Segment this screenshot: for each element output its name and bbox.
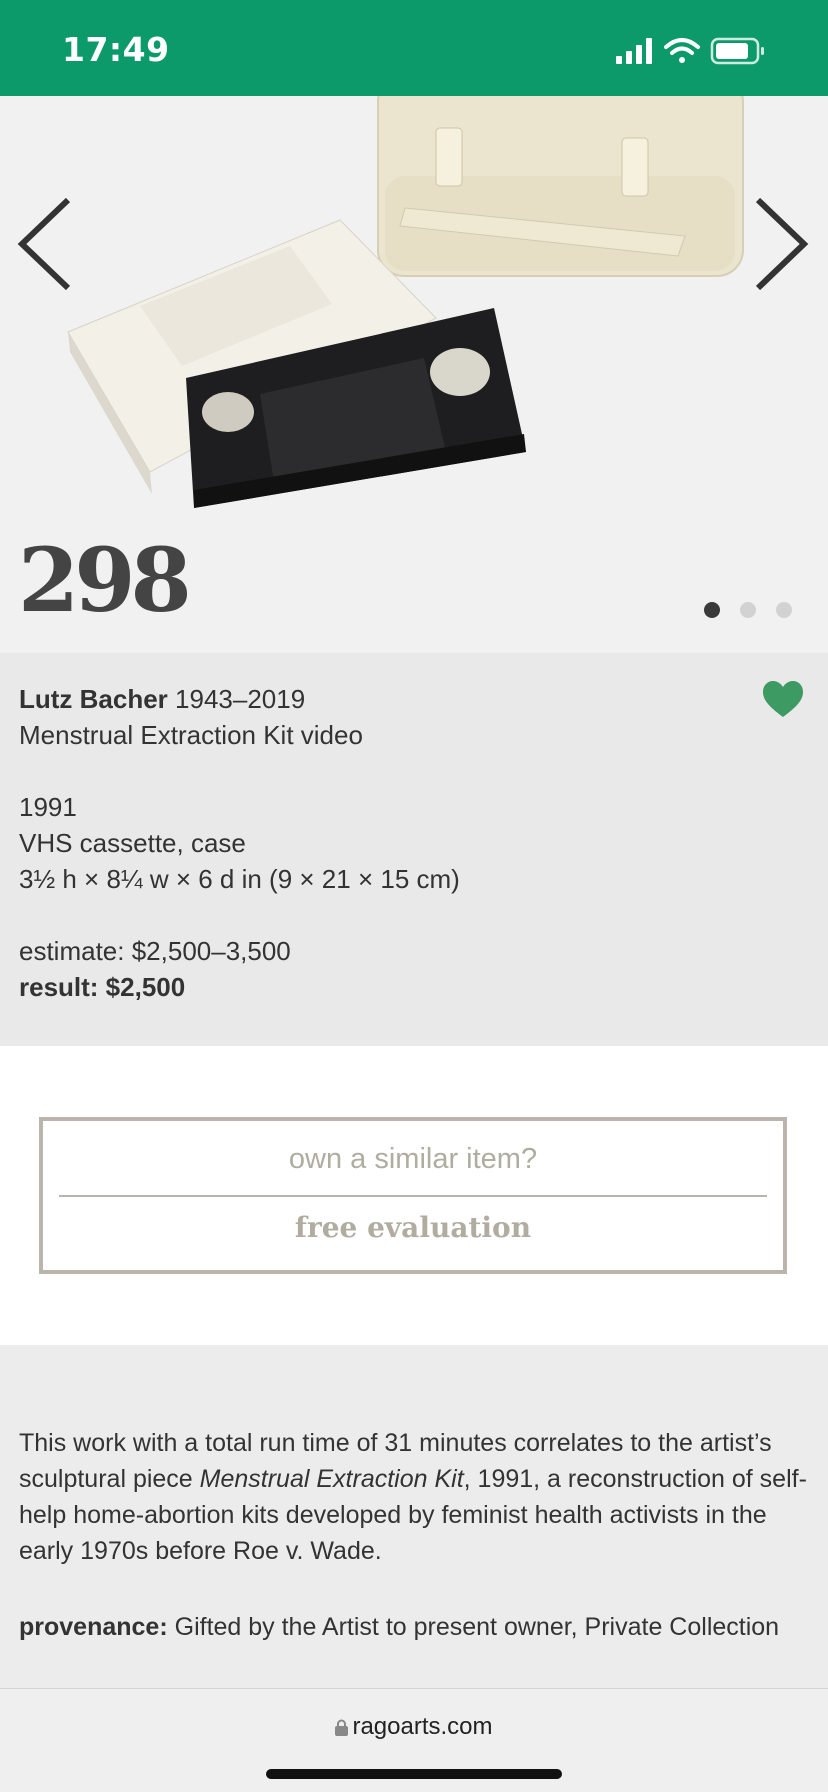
status-time: 17:49 <box>62 30 170 69</box>
next-image-arrow-icon[interactable] <box>752 196 812 292</box>
lot-title: Menstrual Extraction Kit video <box>19 720 363 750</box>
lot-result: result: $2,500 <box>19 972 186 1002</box>
evaluation-box[interactable]: own a similar item? free evaluation <box>39 1117 787 1274</box>
lot-number: 298 <box>18 528 192 632</box>
home-indicator[interactable] <box>266 1769 562 1779</box>
previous-image-arrow-icon[interactable] <box>14 196 74 292</box>
artist-name[interactable]: Lutz Bacher <box>19 684 168 714</box>
gallery-pagination-dots[interactable] <box>704 602 792 618</box>
lock-icon <box>335 1719 349 1736</box>
status-bar: 17:49 <box>0 0 828 96</box>
favorite-heart-icon[interactable] <box>762 681 804 719</box>
gallery-dot-1[interactable] <box>704 602 720 618</box>
lot-estimate: estimate: $2,500–3,500 <box>19 936 291 966</box>
gallery-dot-2[interactable] <box>740 602 756 618</box>
evaluation-question: own a similar item? <box>288 1143 538 1175</box>
lot-dimensions: 3½ h × 8¼ w × 6 d in (9 × 21 × 15 cm) <box>19 864 460 894</box>
provenance-text: Gifted by the Artist to present owner, P… <box>167 1613 780 1641</box>
browser-address-bar: ragoarts.com <box>0 1688 828 1792</box>
provenance: provenance: Gifted by the Artist to pres… <box>19 1609 809 1645</box>
lot-details: Lutz Bacher 1943–2019 Menstrual Extracti… <box>0 653 828 1046</box>
lot-description: This work with a total run time of 31 mi… <box>0 1345 828 1688</box>
lot-year: 1991 <box>19 792 77 822</box>
artist-dates: 1943–2019 <box>175 684 306 714</box>
url-text: ragoarts.com <box>352 1713 493 1740</box>
lot-medium: VHS cassette, case <box>19 828 246 858</box>
description-italic-title: Menstrual Extraction Kit <box>199 1465 464 1493</box>
signal-icon <box>616 38 652 64</box>
artist-line: Lutz Bacher 1943–2019 <box>19 681 460 717</box>
description-text: This work with a total run time of 31 mi… <box>19 1425 809 1569</box>
evaluation-divider <box>59 1195 767 1197</box>
gallery-dot-3[interactable] <box>776 602 792 618</box>
image-gallery[interactable]: 298 <box>0 96 828 653</box>
status-icons <box>616 37 764 65</box>
provenance-label: provenance: <box>19 1613 168 1641</box>
free-evaluation-button[interactable]: free evaluation <box>43 1211 783 1244</box>
url-display[interactable]: ragoarts.com <box>0 1713 828 1741</box>
battery-icon <box>710 37 764 65</box>
evaluation-section: own a similar item? free evaluation <box>0 1046 828 1345</box>
wifi-icon <box>664 38 700 63</box>
